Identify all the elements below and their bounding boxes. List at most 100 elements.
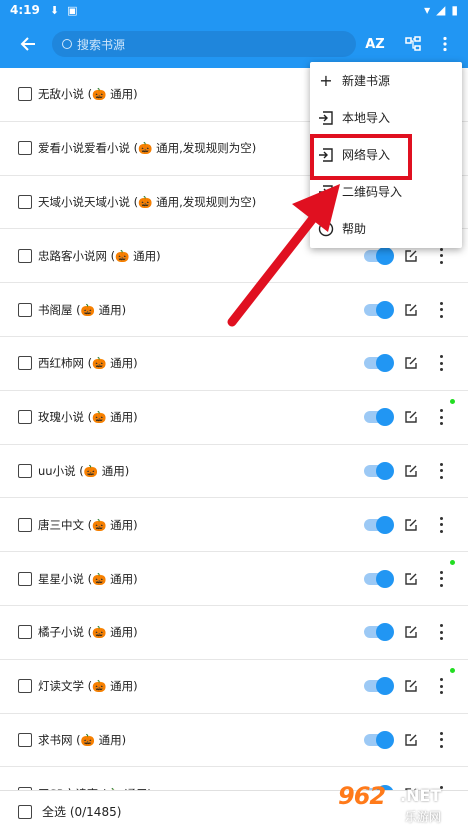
group-icon [405,36,421,51]
source-row[interactable]: 橘子小说 (🎃 通用) [0,606,468,660]
source-checkbox[interactable] [18,302,32,317]
source-checkbox[interactable] [18,571,32,586]
watermark-logo: 962 [338,782,386,810]
select-all-label[interactable]: 全选 (0/1485) [42,803,121,820]
edit-icon[interactable] [404,410,418,424]
status-dot [450,398,455,404]
switch-knob [376,515,394,534]
more-vert-icon[interactable] [436,354,446,372]
edit-icon[interactable] [404,249,418,263]
menu-item-help[interactable]: 帮助 [310,210,462,247]
switch-knob [376,408,394,427]
more-vert-icon[interactable] [436,623,446,641]
more-vert-icon[interactable] [436,301,446,319]
edit-icon[interactable] [404,356,418,370]
switch-knob [376,354,394,373]
enable-switch[interactable] [364,246,394,265]
wifi-icon: ▾ [424,3,431,17]
app-bar: 搜索书源 AZ [0,20,468,68]
source-checkbox[interactable] [18,356,32,371]
source-row[interactable]: 星星小说 (🎃 通用) [0,552,468,606]
watermark-site: 乐游网 [405,810,442,824]
source-name: 玫瑰小说 (🎃 通用) [38,410,138,425]
more-vert-icon[interactable] [436,516,446,534]
more-vert-icon[interactable] [436,247,446,265]
source-name: uu小说 (🎃 通用) [38,463,130,478]
edit-icon[interactable] [404,679,418,693]
source-row[interactable]: 西红柿网 (🎃 通用) [0,337,468,391]
source-row[interactable]: uu小说 (🎃 通用) [0,445,468,499]
edit-icon[interactable] [404,733,418,747]
source-name: 灯读文学 (🎃 通用) [38,679,138,694]
edit-icon[interactable] [404,572,418,586]
source-checkbox[interactable] [18,679,32,694]
enable-switch[interactable] [364,515,394,534]
more-vert-icon[interactable] [436,408,446,426]
edit-icon[interactable] [404,464,418,478]
source-checkbox[interactable] [18,194,32,209]
import-icon [319,110,333,125]
enable-switch[interactable] [364,461,394,480]
more-vert-icon[interactable] [436,462,446,480]
more-vert-icon[interactable] [436,570,446,588]
switch-knob [376,569,394,588]
enable-switch[interactable] [364,677,394,696]
enable-switch[interactable] [364,354,394,373]
source-name: 星星小说 (🎃 通用) [38,571,138,586]
menu-item-new-source[interactable]: + 新建书源 [310,62,462,99]
source-checkbox[interactable] [18,410,32,425]
more-vert-icon[interactable] [436,731,446,749]
source-row[interactable]: 灯读文学 (🎃 通用) [0,660,468,714]
source-checkbox[interactable] [18,625,32,640]
enable-switch[interactable] [364,623,394,642]
status-dot [450,667,455,673]
highlight-box [310,134,412,180]
switch-knob [376,623,394,642]
more-vert-icon[interactable] [436,677,446,695]
select-all-checkbox[interactable] [18,804,32,819]
source-checkbox[interactable] [18,248,32,263]
source-checkbox[interactable] [18,463,32,478]
search-icon [62,39,72,49]
bottom-bar: 全选 (0/1485) [0,790,468,832]
app-notification-icon: ▣ [67,3,78,17]
source-checkbox[interactable] [18,517,32,532]
source-row[interactable]: 天SP文读窝 (🎃 通用) [0,767,468,790]
edit-icon[interactable] [404,303,418,317]
source-name: 爱看小说爱看小说 (🎃 通用,发现规则为空) [38,141,257,156]
edit-icon[interactable] [404,625,418,639]
menu-item-label: 帮助 [342,222,367,236]
source-row[interactable]: 求书网 (🎃 通用) [0,714,468,768]
edit-icon[interactable] [404,518,418,532]
search-input[interactable]: 搜索书源 [52,31,356,57]
source-name: 忠路客小说网 (🎃 通用) [38,248,161,263]
menu-item-label: 二维码导入 [342,185,403,199]
import-icon [319,184,333,199]
enable-switch[interactable] [364,300,394,319]
back-button[interactable] [6,20,50,68]
enable-switch[interactable] [364,730,394,749]
status-dot [450,560,455,566]
source-row[interactable]: 唐三中文 (🎃 通用) [0,498,468,553]
enable-switch[interactable] [364,408,394,427]
sort-az-icon: AZ [365,36,385,52]
menu-item-local-import[interactable]: 本地导入 [310,99,462,136]
source-checkbox[interactable] [18,141,32,156]
menu-item-label: 新建书源 [342,74,391,88]
switch-knob [376,730,394,749]
source-row[interactable]: 玫瑰小说 (🎃 通用) [0,391,468,445]
more-vert-icon [443,36,447,52]
switch-knob [376,246,394,265]
menu-item-label: 本地导入 [342,111,391,125]
source-name: 天域小说天域小说 (🎃 通用,发现规则为空) [38,194,257,209]
source-checkbox[interactable] [18,732,32,747]
source-row[interactable]: 书阁屋 (🎃 通用) [0,283,468,337]
help-icon [318,221,334,236]
switch-knob [376,461,394,480]
sort-button[interactable]: AZ [358,20,392,68]
source-name: 无敌小说 (🎃 通用) [38,87,138,102]
overflow-menu-button[interactable] [428,20,462,68]
group-button[interactable] [396,20,430,68]
source-checkbox[interactable] [18,87,32,102]
enable-switch[interactable] [364,569,394,588]
